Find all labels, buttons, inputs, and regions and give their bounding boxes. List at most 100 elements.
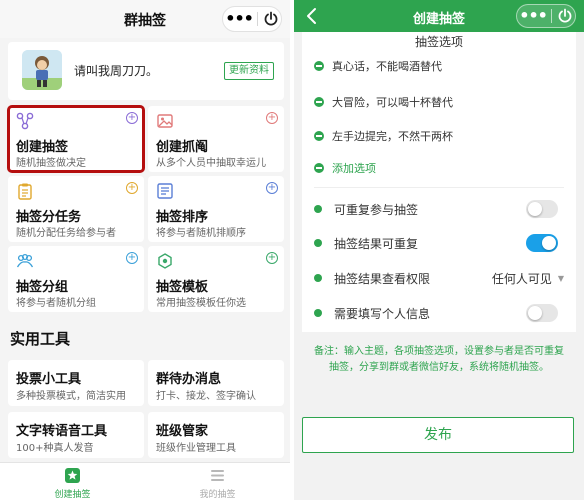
clipboard-icon [18, 183, 32, 200]
profile-name: 请叫我周刀刀。 [74, 64, 159, 78]
avatar [22, 50, 62, 90]
card-title: 创建抓阄 [156, 140, 209, 155]
template-icon [158, 253, 172, 269]
profile-card: 请叫我周刀刀。 更新资料 [8, 42, 284, 100]
card-title: 抽签分组 [16, 280, 69, 295]
tool-class-manager[interactable]: 班级管家 班级作业管理工具 [148, 412, 284, 458]
card-subtitle: 从多个人员中抽取幸运儿 [156, 158, 266, 169]
add-icon[interactable]: + [266, 112, 278, 124]
toggle-knob [528, 306, 542, 320]
add-icon[interactable]: + [126, 252, 138, 264]
card-draw-tasks[interactable]: + 抽签分任务 随机分配任务给参与者 [8, 176, 144, 242]
remove-option-icon[interactable] [314, 131, 324, 141]
add-option-button[interactable]: 添加选项 [314, 160, 376, 176]
add-option-icon [314, 163, 324, 173]
create-draw-panel: 创建抽签 ••• 抽签选项 真心话，不能喝酒替代 大冒险，可以喝十杯替代 左手边… [294, 0, 584, 500]
bullet-icon [314, 205, 322, 213]
card-title: 创建抽签 [16, 140, 69, 155]
tool-title: 投票小工具 [16, 372, 82, 387]
tool-text-to-speech[interactable]: 文字转语音工具 100+种真人发音 [8, 412, 144, 458]
tool-vote[interactable]: 投票小工具 多种投票模式，简洁实用 [8, 360, 144, 406]
sort-list-icon [157, 183, 173, 199]
home-header: 群抽签 ••• [0, 0, 290, 38]
option-text[interactable]: 大冒险，可以喝十杯替代 [332, 94, 453, 110]
section-title-tools: 实用工具 [10, 330, 71, 348]
card-subtitle: 将参与者随机分组 [16, 298, 96, 309]
options-header: 抽签选项 [414, 35, 463, 49]
option-text[interactable]: 真心话，不能喝酒替代 [332, 58, 442, 74]
bullet-icon [314, 309, 322, 317]
card-title: 抽签排序 [156, 210, 209, 225]
tab-my-draws[interactable]: 我的抽签 [145, 463, 290, 500]
card-subtitle: 常用抽签模板任你选 [156, 298, 246, 309]
publish-button[interactable]: 发布 [302, 417, 574, 453]
create-draw-header: 创建抽签 ••• [294, 0, 584, 32]
personal-info-toggle[interactable] [526, 304, 558, 322]
mini-program-capsule: ••• [222, 6, 282, 32]
option-text[interactable]: 左手边提完，不然干两杯 [332, 128, 453, 144]
option-row: 大冒险，可以喝十杯替代 [314, 94, 453, 110]
note-text: 备注：输入主题，各项抽签选项，设置参与者是否可重复抽签，分享到群或者微信好友，系… [314, 346, 564, 373]
tab-create-draw[interactable]: 创建抽签 [0, 463, 145, 500]
avatar-image [22, 50, 62, 90]
card-subtitle: 随机分配任务给参与者 [16, 228, 116, 239]
card-draw-sort[interactable]: + 抽签排序 将参与者随机排顺序 [148, 176, 284, 242]
more-icon[interactable]: ••• [519, 8, 548, 24]
setting-label: 抽签结果查看权限 [334, 271, 431, 286]
card-draw-groups[interactable]: + 抽签分组 将参与者随机分组 [8, 246, 144, 312]
card-draw-templates[interactable]: + 抽签模板 常用抽签模板任你选 [148, 246, 284, 312]
repeat-participation-toggle[interactable] [526, 200, 558, 218]
option-row: 真心话，不能喝酒替代 [314, 58, 442, 74]
tool-title: 群待办消息 [156, 372, 222, 387]
setting-repeat-participation: 可重复参与抽签 [314, 198, 564, 220]
bullet-icon [314, 274, 322, 282]
power-icon[interactable] [263, 11, 279, 27]
setting-label: 需要填写个人信息 [334, 306, 431, 321]
option-row: 左手边提完，不然干两杯 [314, 128, 453, 144]
setting-label: 抽签结果可重复 [334, 236, 419, 251]
tool-group-todo[interactable]: 群待办消息 打卡、接龙、签字确认 [148, 360, 284, 406]
add-icon[interactable]: + [126, 182, 138, 194]
capsule-divider [551, 9, 553, 23]
card-create-draw[interactable]: + 创建抽签 随机抽签做决定 [7, 105, 145, 173]
toggle-knob [542, 236, 556, 250]
card-title: 抽签模板 [156, 280, 209, 295]
setting-repeat-results: 抽签结果可重复 [314, 232, 564, 254]
card-title: 抽签分任务 [16, 210, 82, 225]
mini-program-capsule: ••• [516, 4, 576, 28]
group-icon [16, 253, 34, 268]
home-panel: 群抽签 ••• 请叫我周刀刀。 更新资料 + 创建抽签 随机抽签做决定 + 创建… [0, 0, 290, 500]
tab-label: 我的抽签 [199, 490, 236, 500]
setting-view-permission[interactable]: 抽签结果查看权限 任何人可见 ▼ [314, 267, 564, 289]
tool-title: 文字转语音工具 [16, 424, 108, 439]
card-subtitle: 将参与者随机排顺序 [156, 228, 246, 239]
tool-subtitle: 打卡、接龙、签字确认 [156, 391, 256, 402]
add-icon[interactable]: + [266, 252, 278, 264]
toggle-knob [528, 202, 542, 216]
dropdown-arrow-icon[interactable]: ▼ [558, 274, 564, 283]
add-icon[interactable]: + [126, 112, 138, 124]
remove-option-icon[interactable] [314, 97, 324, 107]
image-icon [157, 114, 173, 128]
add-icon[interactable]: + [266, 182, 278, 194]
repeat-results-toggle[interactable] [526, 234, 558, 252]
tool-title: 班级管家 [156, 424, 209, 439]
setting-personal-info: 需要填写个人信息 [314, 302, 564, 324]
add-option-label: 添加选项 [332, 162, 376, 175]
more-icon[interactable]: ••• [225, 11, 254, 27]
link-nodes-icon [16, 112, 34, 130]
divider [314, 187, 564, 188]
remove-option-icon[interactable] [314, 61, 324, 71]
draw-form: 抽签选项 真心话，不能喝酒替代 大冒险，可以喝十杯替代 左手边提完，不然干两杯 … [302, 32, 576, 332]
permission-select[interactable]: 任何人可见 [492, 270, 552, 287]
screen: 群抽签 ••• 请叫我周刀刀。 更新资料 + 创建抽签 随机抽签做决定 + 创建… [0, 0, 584, 500]
update-profile-button[interactable]: 更新资料 [224, 62, 274, 80]
bullet-icon [314, 239, 322, 247]
setting-label: 可重复参与抽签 [334, 202, 419, 217]
power-icon[interactable] [557, 8, 573, 24]
tool-subtitle: 100+种真人发音 [16, 443, 94, 454]
card-create-lottery[interactable]: + 创建抓阄 从多个人员中抽取幸运儿 [148, 106, 284, 172]
tool-subtitle: 班级作业管理工具 [156, 443, 236, 454]
bottom-tabbar: 创建抽签 我的抽签 [0, 462, 290, 500]
menu-icon [211, 470, 224, 481]
